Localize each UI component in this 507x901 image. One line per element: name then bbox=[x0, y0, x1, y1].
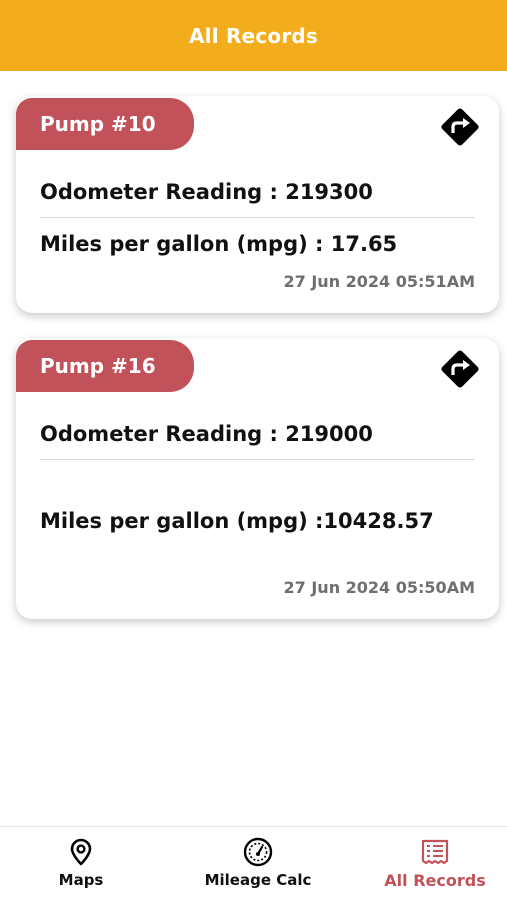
app-header: All Records bbox=[0, 0, 507, 71]
page-title: All Records bbox=[189, 23, 318, 48]
record-timestamp: 27 Jun 2024 05:51AM bbox=[283, 272, 475, 291]
pump-tag: Pump #10 bbox=[16, 98, 194, 150]
bottom-nav: Maps Mileage Calc All Records bbox=[0, 826, 507, 901]
divider bbox=[40, 217, 475, 218]
nav-all-records[interactable]: All Records bbox=[370, 827, 500, 901]
nav-maps[interactable]: Maps bbox=[40, 827, 122, 901]
record-card[interactable]: Pump #16 Odometer Reading : 219000 Miles… bbox=[16, 338, 499, 619]
nav-label: All Records bbox=[384, 871, 486, 890]
pump-label: Pump #16 bbox=[40, 354, 156, 378]
nav-label: Maps bbox=[58, 871, 104, 889]
pump-label: Pump #10 bbox=[40, 112, 156, 136]
directions-icon[interactable] bbox=[437, 104, 483, 150]
map-pin-icon bbox=[70, 838, 92, 866]
odometer-reading: Odometer Reading : 219300 bbox=[40, 180, 373, 204]
mpg-value: Miles per gallon (mpg) : 17.65 bbox=[40, 232, 398, 256]
speedometer-icon bbox=[243, 837, 273, 867]
record-card[interactable]: Pump #10 Odometer Reading : 219300 Miles… bbox=[16, 96, 499, 313]
mpg-value: Miles per gallon (mpg) :10428.57 bbox=[40, 509, 434, 533]
odometer-reading: Odometer Reading : 219000 bbox=[40, 422, 373, 446]
divider bbox=[40, 459, 475, 460]
record-timestamp: 27 Jun 2024 05:50AM bbox=[283, 578, 475, 597]
directions-icon[interactable] bbox=[437, 346, 483, 392]
nav-label: Mileage Calc bbox=[204, 871, 312, 889]
nav-mileage-calc[interactable]: Mileage Calc bbox=[193, 827, 323, 901]
receipt-icon bbox=[421, 839, 449, 865]
pump-tag: Pump #16 bbox=[16, 340, 194, 392]
